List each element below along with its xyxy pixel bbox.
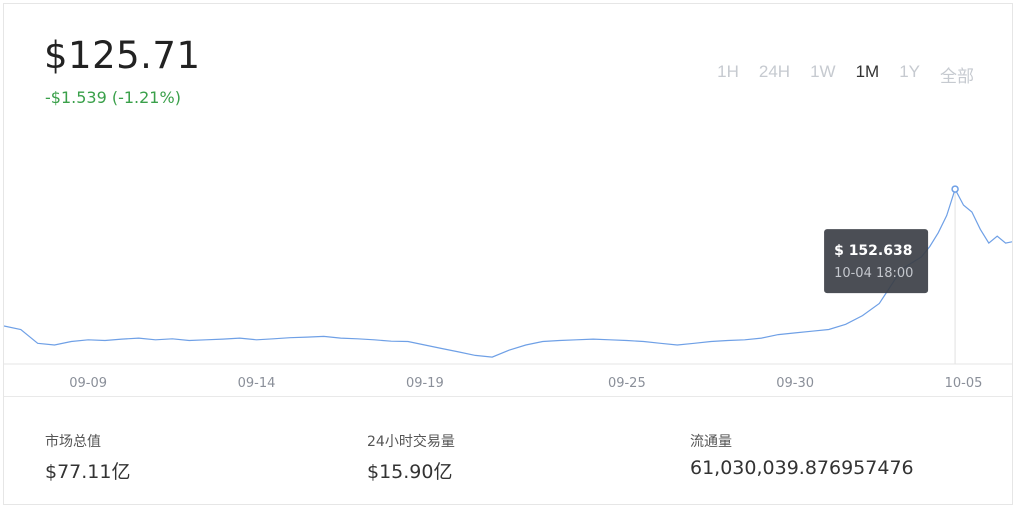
price-point — [642, 340, 644, 342]
price-point — [794, 332, 796, 334]
price-point — [937, 232, 939, 234]
price-point — [289, 337, 291, 339]
price-point — [727, 339, 729, 341]
price-point — [171, 338, 173, 340]
price-point — [777, 333, 779, 335]
range-1m[interactable]: 1M — [856, 62, 880, 87]
x-tick-label: 09-30 — [776, 376, 814, 391]
price-point — [36, 342, 38, 344]
price-point — [710, 340, 712, 342]
x-tick-label: 09-14 — [238, 376, 276, 391]
price-point — [811, 330, 813, 332]
price-point — [104, 339, 106, 341]
price-point — [676, 344, 678, 346]
tooltip-box — [824, 229, 929, 294]
supply-label: 流通量 — [690, 434, 732, 450]
stat-24h-volume: 24小时交易量 $15.90亿 — [367, 431, 455, 484]
price-point — [743, 339, 745, 341]
price-point — [188, 339, 190, 341]
price-point — [373, 339, 375, 341]
price-point — [558, 339, 560, 341]
price-point — [945, 214, 947, 216]
x-tick-label: 10-05 — [945, 376, 983, 391]
price-point — [440, 347, 442, 349]
price-point — [979, 228, 981, 230]
price-point — [575, 339, 577, 341]
price-point — [988, 242, 990, 244]
range-selector: 1H 24H 1W 1M 1Y 全部 — [697, 62, 974, 87]
stat-circulating-supply: 流通量 61,030,039.876957476 — [690, 431, 914, 479]
volume-value: $15.90亿 — [367, 461, 453, 483]
market-cap-value: $77.11亿 — [45, 461, 131, 483]
x-axis-ticks: 09-09 09-14 09-19 09-25 09-30 10-05 — [69, 376, 982, 391]
price-change: -$1.539 (-1.21%) — [45, 88, 181, 107]
price-point — [861, 314, 863, 316]
volume-label: 24小时交易量 — [367, 434, 455, 450]
price-point — [541, 340, 543, 342]
price-point — [474, 354, 476, 356]
hover-point — [951, 185, 959, 193]
price-point — [962, 204, 964, 206]
price-card: $125.71 -$1.539 (-1.21%) 1H 24H 1W 1M 1Y… — [3, 3, 1013, 505]
x-tick-label: 09-25 — [608, 376, 646, 391]
price-point — [844, 323, 846, 325]
price-point — [306, 336, 308, 338]
price-point — [339, 337, 341, 339]
current-price: $125.71 — [44, 34, 201, 77]
price-point — [356, 338, 358, 340]
range-24h[interactable]: 24H — [759, 62, 790, 87]
price-point — [154, 339, 156, 341]
price-point — [457, 351, 459, 353]
price-point — [693, 342, 695, 344]
price-point — [929, 245, 931, 247]
price-point — [137, 337, 139, 339]
price-point — [323, 335, 325, 337]
stats-bar: 市场总值 $77.11亿 24小时交易量 $15.90亿 流通量 61,030,… — [4, 396, 1012, 504]
price-point — [508, 349, 510, 351]
price-point — [87, 339, 89, 341]
supply-value: 61,030,039.876957476 — [690, 457, 914, 479]
price-point — [971, 211, 973, 213]
range-1y[interactable]: 1Y — [899, 62, 920, 87]
price-point — [255, 339, 257, 341]
stat-market-cap: 市场总值 $77.11亿 — [45, 431, 130, 484]
price-point — [1004, 242, 1006, 244]
price-point — [238, 337, 240, 339]
price-point — [592, 338, 594, 340]
price-point — [609, 339, 611, 341]
price-point — [20, 328, 22, 330]
x-tick-label: 09-19 — [406, 376, 444, 391]
price-point — [626, 339, 628, 341]
price-point — [878, 302, 880, 304]
market-cap-label: 市场总值 — [45, 434, 101, 450]
price-point — [424, 344, 426, 346]
price-tooltip: $ 152.638 10-04 18:00 — [824, 229, 929, 294]
range-all[interactable]: 全部 — [940, 62, 974, 87]
price-chart[interactable]: 09-09 09-14 09-19 09-25 09-30 10-05 $ 152.638… — [4, 114, 1013, 396]
price-point — [70, 340, 72, 342]
range-1h[interactable]: 1H — [717, 62, 739, 87]
price-point — [205, 339, 207, 341]
price-point — [828, 328, 830, 330]
price-point — [4, 325, 5, 327]
price-point — [121, 338, 123, 340]
price-point — [996, 235, 998, 237]
price-point — [525, 344, 527, 346]
tooltip-time: 10-04 18:00 — [834, 266, 913, 281]
x-tick-label: 09-09 — [69, 376, 107, 391]
price-point — [53, 344, 55, 346]
price-point — [491, 356, 493, 358]
price-point — [272, 338, 274, 340]
range-1w[interactable]: 1W — [810, 62, 836, 87]
price-point — [659, 342, 661, 344]
price-point — [390, 340, 392, 342]
price-point — [407, 340, 409, 342]
tooltip-price: $ 152.638 — [834, 243, 912, 259]
price-point — [222, 338, 224, 340]
price-point — [760, 337, 762, 339]
